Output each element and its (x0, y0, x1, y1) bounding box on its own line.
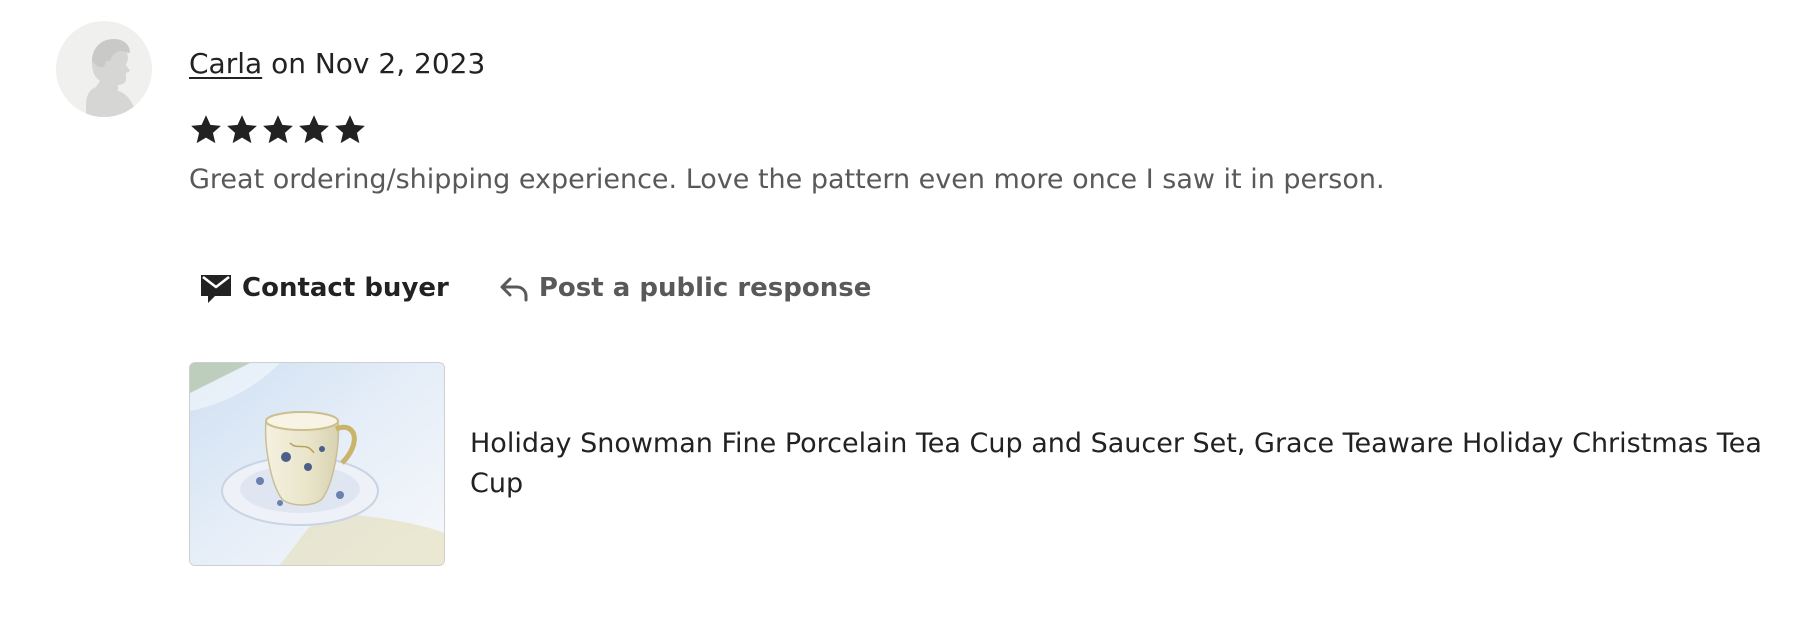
contact-buyer-button[interactable]: Contact buyer (200, 271, 449, 305)
post-public-response-label: Post a public response (538, 273, 872, 303)
envelope-icon (200, 271, 232, 305)
listing-thumbnail[interactable] (189, 362, 445, 566)
star-filled-icon (191, 115, 221, 144)
listing-title-link[interactable]: Holiday Snowman Fine Porcelain Tea Cup a… (470, 424, 1808, 504)
teacup-product-image (190, 363, 444, 565)
review-actions: Contact buyer Post a public response (200, 268, 871, 308)
star-filled-icon (335, 115, 365, 144)
review-text: Great ordering/shipping experience. Love… (189, 164, 1385, 195)
star-filled-icon (263, 115, 293, 144)
star-rating (189, 113, 367, 155)
avatar (56, 21, 152, 117)
review-card: Carla on Nov 2, 2023 Great ordering/ship… (0, 0, 1808, 634)
listing-item: Holiday Snowman Fine Porcelain Tea Cup a… (189, 362, 1808, 566)
review-meta: Carla on Nov 2, 2023 (189, 46, 485, 82)
review-date: on Nov 2, 2023 (271, 47, 486, 80)
contact-buyer-label: Contact buyer (242, 273, 449, 303)
star-filled-icon (227, 115, 257, 144)
reply-arrow-icon (499, 273, 529, 303)
default-user-silhouette-icon (86, 39, 136, 117)
post-public-response-button[interactable]: Post a public response (499, 273, 872, 303)
reviewer-name-link[interactable]: Carla (189, 47, 262, 80)
star-filled-icon (299, 115, 329, 144)
